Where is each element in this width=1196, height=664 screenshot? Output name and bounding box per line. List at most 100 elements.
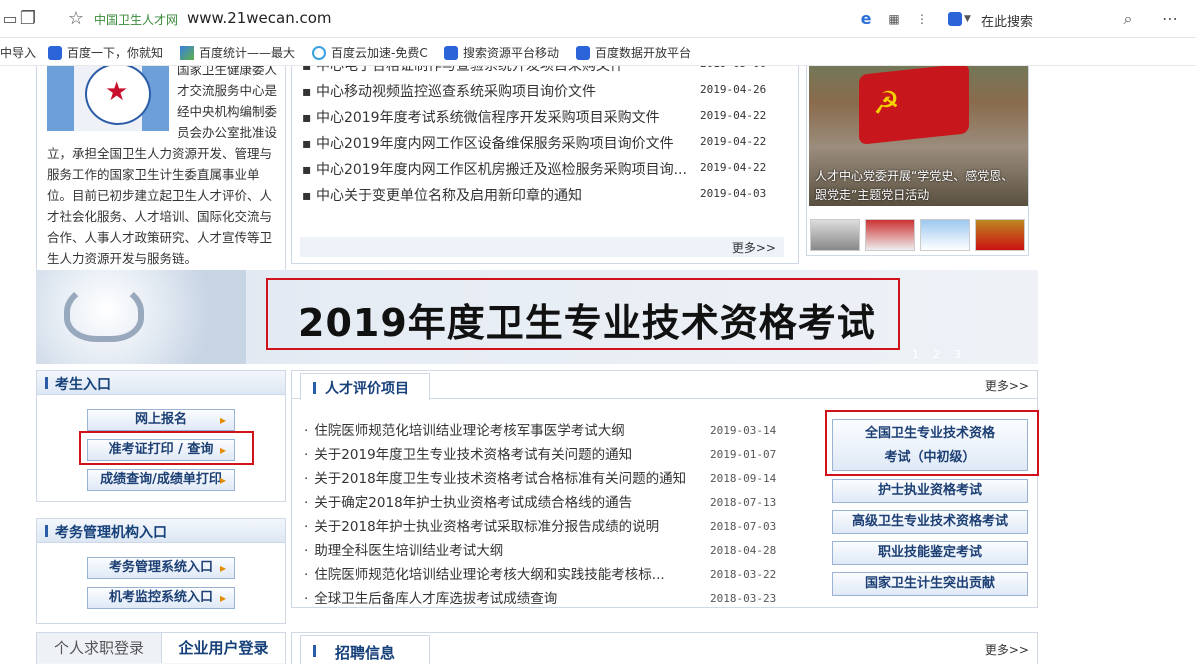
baidu-paw-icon bbox=[948, 12, 962, 26]
candidate-header: 考生入口 bbox=[37, 371, 285, 395]
bookmarks-bar: 中导入 百度一下，你就知 百度统计——最大 百度云加速-免费C 搜索资源平台移动… bbox=[0, 38, 1196, 66]
party-activity-photo[interactable]: 人才中心党委开展“学党史、感党恩、跟党走”主题党日活动 bbox=[809, 66, 1028, 206]
evaluation-date: 2019-03-14 bbox=[710, 424, 777, 437]
star-icon[interactable]: ☆ bbox=[66, 9, 86, 29]
news-item[interactable]: ▪ 中心2019年度考试系统微信程序开发采购项目采购文件 bbox=[302, 107, 660, 127]
evaluation-date: 2018-03-23 bbox=[710, 592, 777, 605]
evaluation-header: 人才评价项目 更多>> bbox=[292, 371, 1037, 400]
evaluation-item[interactable]: 助理全科医生培训结业考试大纲 bbox=[304, 539, 503, 559]
news-date: 2019-04-03 bbox=[700, 187, 767, 200]
stethoscope-icon bbox=[64, 282, 144, 342]
chevron-down-icon: ▼ bbox=[964, 14, 971, 24]
senior-exam-button[interactable]: 高级卫生专业技术资格考试 bbox=[832, 510, 1028, 534]
online-register-button[interactable]: 网上报名 bbox=[87, 409, 235, 431]
score-query-button[interactable]: 成绩查询/成绩单打印 bbox=[87, 469, 235, 491]
thumbnail[interactable] bbox=[975, 219, 1025, 251]
banner-page-3[interactable]: 3 bbox=[954, 348, 961, 361]
tab-enterprise-login[interactable]: 企业用户登录 bbox=[161, 633, 285, 663]
news-item[interactable]: ▪ 中心2019年度内网工作区机房搬迁及巡检服务采购项目询... bbox=[302, 159, 687, 179]
exam-monitor-system-button[interactable]: 机考监控系统入口 bbox=[87, 587, 235, 609]
more-icon[interactable]: ⋯ bbox=[1160, 9, 1180, 29]
evaluation-item[interactable]: 关于2019年度卫生专业技术资格考试有关问题的通知 bbox=[304, 443, 632, 463]
evaluation-date: 2018-09-14 bbox=[710, 472, 777, 485]
address-bar[interactable]: www.21wecan.com bbox=[187, 9, 332, 27]
evaluation-more-link[interactable]: 更多>> bbox=[985, 377, 1029, 394]
cloud-icon bbox=[312, 45, 326, 60]
baidu-icon bbox=[444, 45, 458, 60]
contribution-exam-button[interactable]: 国家卫生计生突出贡献 bbox=[832, 572, 1028, 596]
evaluation-date: 2018-04-28 bbox=[710, 544, 777, 557]
evaluation-item[interactable]: 关于2018年护士执业资格考试采取标准分报告成绩的说明 bbox=[304, 515, 659, 535]
party-flag-icon bbox=[859, 66, 969, 145]
bookmark-item[interactable]: 百度一下，你就知 bbox=[48, 44, 163, 61]
news-date: 2019-04-26 bbox=[700, 83, 767, 96]
thumbnail[interactable] bbox=[810, 219, 860, 251]
web-page: 国家卫生健康委人才交流服务中心是经中央机构编制委员会办公室批准设立，承担全国卫生… bbox=[0, 66, 1196, 664]
bookmark-item[interactable]: 百度云加速-免费C bbox=[312, 44, 428, 61]
bookmark-item[interactable]: 中导入 bbox=[0, 44, 36, 61]
evaluation-item[interactable]: 关于2018年度卫生专业技术资格考试合格标准有关问题的通知 bbox=[304, 467, 686, 487]
login-panel: 个人求职登录 企业用户登录 bbox=[36, 632, 286, 664]
evaluation-date: 2018-07-13 bbox=[710, 496, 777, 509]
intro-text-block: 国家卫生健康委人才交流服务中心是经中央机构编制委员会办公室批准设立，承担全国卫生… bbox=[47, 66, 279, 269]
baidu-icon bbox=[576, 45, 590, 60]
baidu-icon bbox=[48, 45, 62, 60]
nurse-exam-button[interactable]: 护士执业资格考试 bbox=[832, 479, 1028, 503]
evaluation-item[interactable]: 全球卫生后备库人才库选拔考试成绩查询 bbox=[304, 587, 557, 607]
bookmark-item[interactable]: 搜索资源平台移动 bbox=[444, 44, 559, 61]
banner-image bbox=[36, 270, 246, 364]
news-more-link[interactable]: 更多>> bbox=[732, 239, 776, 256]
exam-admin-system-button[interactable]: 考务管理系统入口 bbox=[87, 557, 235, 579]
vocational-exam-button[interactable]: 职业技能鉴定考试 bbox=[832, 541, 1028, 565]
search-icon[interactable]: ⌕ bbox=[1118, 9, 1138, 29]
tab-personal-login[interactable]: 个人求职登录 bbox=[37, 633, 161, 663]
news-panel: ▪ 中心电子合格证制作与查验系统开发项目采购文件 2019-05-06 ▪ 中心… bbox=[291, 66, 799, 264]
evaluation-date: 2018-03-22 bbox=[710, 568, 777, 581]
search-engine-switch[interactable]: ▼ bbox=[948, 6, 971, 32]
search-input[interactable]: 在此搜索 bbox=[981, 11, 1033, 30]
site-name-label: 中国卫生人才网 bbox=[94, 13, 179, 27]
banner-pager: 1 2 3 bbox=[912, 348, 975, 361]
chart-icon bbox=[180, 45, 194, 60]
tools-icon[interactable]: ⋮ bbox=[912, 9, 932, 29]
news-more-bar: 更多>> bbox=[300, 237, 784, 257]
news-item[interactable]: ▪ 中心电子合格证制作与查验系统开发项目采购文件 bbox=[302, 66, 624, 75]
bookmark-item[interactable]: 百度统计——最大 bbox=[180, 44, 295, 61]
photo-caption: 人才中心党委开展“学党史、感党恩、跟党走”主题党日活动 bbox=[815, 169, 1014, 202]
banner-page-1[interactable]: 1 bbox=[912, 348, 919, 361]
bookmark-item[interactable]: 百度数据开放平台 bbox=[576, 44, 691, 61]
evaluation-date: 2018-07-03 bbox=[710, 520, 777, 533]
admin-header: 考务管理机构入口 bbox=[37, 519, 285, 543]
news-date: 2019-04-22 bbox=[700, 109, 767, 122]
banner-page-2[interactable]: 2 bbox=[933, 348, 940, 361]
admin-panel: 考务管理机构入口 考务管理系统入口 机考监控系统入口 bbox=[36, 518, 286, 624]
news-item[interactable]: ▪ 中心关于变更单位名称及启用新印章的通知 bbox=[302, 185, 582, 205]
highlight-box bbox=[79, 431, 254, 465]
browser-toolbar: ▭ ❐ ☆ 中国卫生人才网 www.21wecan.com e ▦ ⋮ ▼ 在此… bbox=[0, 0, 1196, 38]
evaluation-date: 2019-01-07 bbox=[710, 448, 777, 461]
photo-thumbnails bbox=[806, 219, 1029, 255]
thumbnail[interactable] bbox=[920, 219, 970, 251]
news-item[interactable]: ▪ 中心2019年度内网工作区设备维保服务采购项目询价文件 bbox=[302, 133, 674, 153]
evaluation-panel: 人才评价项目 更多>> 住院医师规范化培训结业理论考核军事医学考试大纲 2019… bbox=[291, 370, 1038, 608]
news-item[interactable]: ▪ 中心移动视频监控巡查系统采购项目询价文件 bbox=[302, 81, 596, 101]
highlight-box bbox=[825, 410, 1039, 476]
sidebar-toggle-icon[interactable]: ▭ bbox=[0, 9, 20, 29]
evaluation-item[interactable]: 关于确定2018年护士执业资格考试成绩合格线的通告 bbox=[304, 491, 632, 511]
banner-title: 2019年度卫生专业技术资格考试 bbox=[298, 301, 876, 345]
news-date: 2019-04-22 bbox=[700, 161, 767, 174]
news-date: 2019-05-06 bbox=[700, 66, 766, 70]
book-icon[interactable]: ❐ bbox=[18, 9, 38, 29]
banner-title-frame: 2019年度卫生专业技术资格考试 bbox=[266, 278, 900, 350]
thumbnail[interactable] bbox=[865, 219, 915, 251]
news-date: 2019-04-22 bbox=[700, 135, 767, 148]
evaluation-item[interactable]: 住院医师规范化培训结业理论考核大纲和实践技能考核标... bbox=[304, 563, 664, 583]
recruit-more-link[interactable]: 更多>> bbox=[985, 641, 1029, 658]
tab-evaluation[interactable]: 人才评价项目 bbox=[300, 373, 430, 400]
admin-title: 考务管理机构入口 bbox=[55, 525, 167, 541]
evaluation-item[interactable]: 住院医师规范化培训结业理论考核军事医学考试大纲 bbox=[304, 419, 625, 439]
tab-recruit[interactable]: 招聘信息 bbox=[300, 635, 430, 664]
exam-banner[interactable]: 2019年度卫生专业技术资格考试 1 2 3 bbox=[36, 270, 1038, 364]
ie-mode-icon[interactable]: e bbox=[856, 9, 876, 29]
qr-code-icon[interactable]: ▦ bbox=[884, 9, 904, 29]
